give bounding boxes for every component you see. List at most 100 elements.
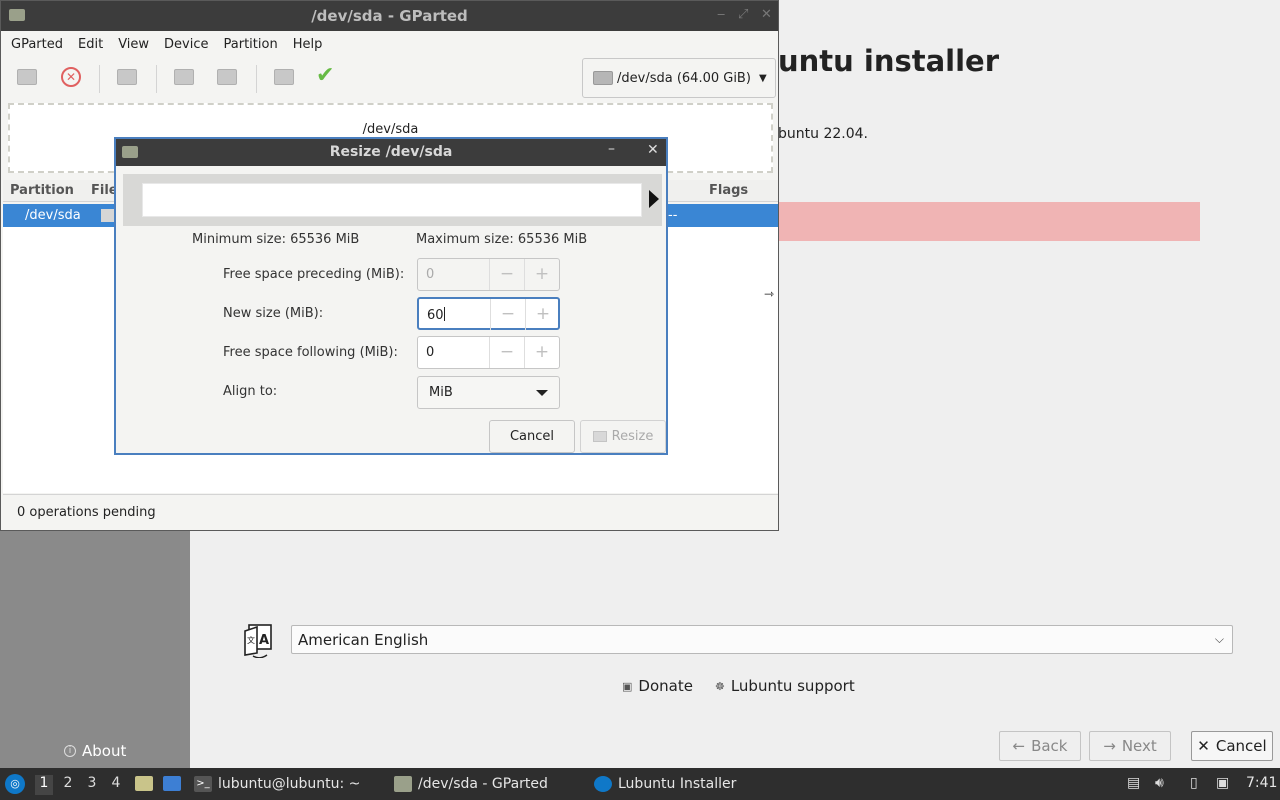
maximize-icon[interactable]: ⤢ (738, 7, 748, 22)
resize-dialog: Resize /dev/sda – ✕ Minimum size: 65536 … (114, 137, 668, 455)
clock[interactable]: 7:41 (1246, 775, 1277, 791)
workspace-1[interactable]: 1 (35, 775, 53, 795)
installer-links: ▣ Donate ☸ Lubuntu support (622, 677, 855, 695)
about-link[interactable]: i About (64, 742, 126, 760)
workspace-4[interactable]: 4 (107, 775, 125, 795)
start-menu-icon[interactable]: ◎ (5, 774, 25, 794)
clipboard-icon[interactable]: ▯ (1190, 775, 1198, 791)
file-manager-icon[interactable] (135, 776, 153, 791)
warning-banner (778, 202, 1200, 241)
align-to-value: MiB (429, 385, 453, 400)
installer-cancel-button[interactable]: ✕ Cancel (1191, 731, 1273, 761)
next-button[interactable]: → Next (1089, 731, 1171, 761)
svg-text:文: 文 (247, 635, 255, 645)
back-button[interactable]: ← Back (999, 731, 1081, 761)
resize-dialog-titlebar[interactable]: Resize /dev/sda – ✕ (116, 139, 666, 166)
menubar: GParted Edit View Device Partition Help (1, 31, 778, 57)
task-installer-label: Lubuntu Installer (618, 776, 737, 792)
minus-icon[interactable]: − (490, 299, 525, 330)
align-to-select[interactable]: MiB (417, 376, 560, 409)
next-label: Next (1121, 737, 1157, 755)
task-installer[interactable]: Lubuntu Installer (594, 773, 736, 795)
donate-icon: ▣ (622, 679, 633, 693)
resize-button[interactable]: Resize (580, 420, 666, 453)
back-label: Back (1031, 737, 1068, 755)
new-size-field[interactable]: 60 − + (417, 297, 560, 330)
terminal-icon: >_ (194, 776, 212, 792)
language-value: American English (298, 631, 429, 649)
resize-handle-arrow-icon[interactable] (649, 190, 659, 208)
delete-icon[interactable]: ✕ (61, 67, 81, 87)
workspace-2[interactable]: 2 (59, 775, 77, 795)
resize-partition-graphic[interactable] (123, 174, 662, 226)
gparted-titlebar[interactable]: /dev/sda - GParted ‒ ⤢ ✕ (1, 1, 778, 31)
workspace-3[interactable]: 3 (83, 775, 101, 795)
donate-link[interactable]: ▣ Donate (622, 677, 693, 695)
resize-icon (592, 431, 607, 442)
minus-icon[interactable]: − (489, 259, 524, 290)
free-space-preceding-field[interactable]: 0 − + (417, 258, 560, 291)
partition-extent[interactable] (142, 183, 642, 217)
minimize-icon[interactable]: – (608, 141, 615, 157)
resize-move-icon[interactable] (117, 69, 137, 85)
installer-title: untu installer (778, 44, 1000, 78)
status-bar: 0 operations pending (3, 494, 778, 531)
gparted-window-title: /dev/sda - GParted (311, 7, 468, 25)
task-gparted[interactable]: /dev/sda - GParted (394, 773, 548, 795)
minimum-size-label: Minimum size: 65536 MiB (192, 232, 360, 247)
gparted-app-icon (394, 776, 412, 792)
taskbar: ◎ 1 2 3 4 >_ lubuntu@lubuntu: ~ /dev/sda… (0, 768, 1280, 800)
toolbar-separator (156, 65, 157, 93)
plus-icon[interactable]: + (525, 299, 560, 330)
close-icon[interactable]: ✕ (761, 7, 772, 22)
task-gparted-label: /dev/sda - GParted (418, 776, 548, 792)
close-icon[interactable]: ✕ (647, 142, 659, 158)
installer-cancel-label: Cancel (1215, 737, 1267, 755)
lubuntu-icon (594, 776, 612, 792)
support-link[interactable]: ☸ Lubuntu support (715, 677, 855, 695)
free-space-preceding-value: 0 (426, 267, 435, 282)
column-flags[interactable]: Flags (709, 183, 748, 198)
info-icon: i (64, 745, 76, 757)
free-space-following-label: Free space following (MiB): (223, 345, 398, 360)
plus-icon[interactable]: + (524, 259, 559, 290)
free-space-preceding-label: Free space preceding (MiB): (223, 267, 405, 282)
copy-icon[interactable] (174, 69, 194, 85)
close-icon: ✕ (1197, 737, 1210, 755)
chevron-down-icon: ▼ (758, 72, 767, 84)
align-to-label: Align to: (223, 384, 278, 399)
resize-cursor-icon: ⇾ (764, 287, 775, 301)
column-partition[interactable]: Partition (10, 183, 74, 198)
menu-edit[interactable]: Edit (78, 37, 103, 52)
minimize-icon[interactable]: ‒ (717, 7, 725, 22)
network-icon[interactable]: ▣ (1216, 775, 1229, 791)
menu-partition[interactable]: Partition (224, 37, 278, 52)
minus-icon[interactable]: − (489, 337, 524, 368)
device-selector[interactable]: /dev/sda (64.00 GiB) ▼ (582, 58, 776, 98)
menu-gparted[interactable]: GParted (11, 37, 63, 52)
new-partition-icon[interactable] (17, 69, 37, 85)
cancel-button[interactable]: Cancel (489, 420, 575, 453)
toolbar-separator (99, 65, 100, 93)
show-desktop-icon[interactable] (163, 776, 181, 791)
chevron-down-icon: ⌵ (1214, 632, 1224, 646)
new-size-label: New size (MiB): (223, 306, 324, 321)
menu-device[interactable]: Device (164, 37, 208, 52)
menu-help[interactable]: Help (293, 37, 323, 52)
paste-icon[interactable] (217, 69, 237, 85)
keyboard-layout-icon[interactable]: ▤ (1127, 775, 1140, 791)
lifebuoy-icon: ☸ (714, 679, 725, 693)
menu-view[interactable]: View (118, 37, 149, 52)
resize-dialog-title: Resize /dev/sda (329, 144, 453, 160)
filesystem-color-swatch (101, 209, 114, 222)
language-select[interactable]: American English ⌵ (291, 625, 1233, 654)
task-terminal-label: lubuntu@lubuntu: ~ (218, 776, 361, 792)
apply-checkmark-icon[interactable]: ✔ (316, 63, 334, 88)
plus-icon[interactable]: + (524, 337, 559, 368)
volume-icon[interactable]: 🔊︎ (1155, 775, 1164, 791)
free-space-following-field[interactable]: 0 − + (417, 336, 560, 369)
undo-icon[interactable] (274, 69, 294, 85)
device-selector-value: /dev/sda (64.00 GiB) (617, 70, 751, 86)
disk-graphic-label: /dev/sda (362, 122, 419, 137)
task-terminal[interactable]: >_ lubuntu@lubuntu: ~ (194, 773, 360, 795)
